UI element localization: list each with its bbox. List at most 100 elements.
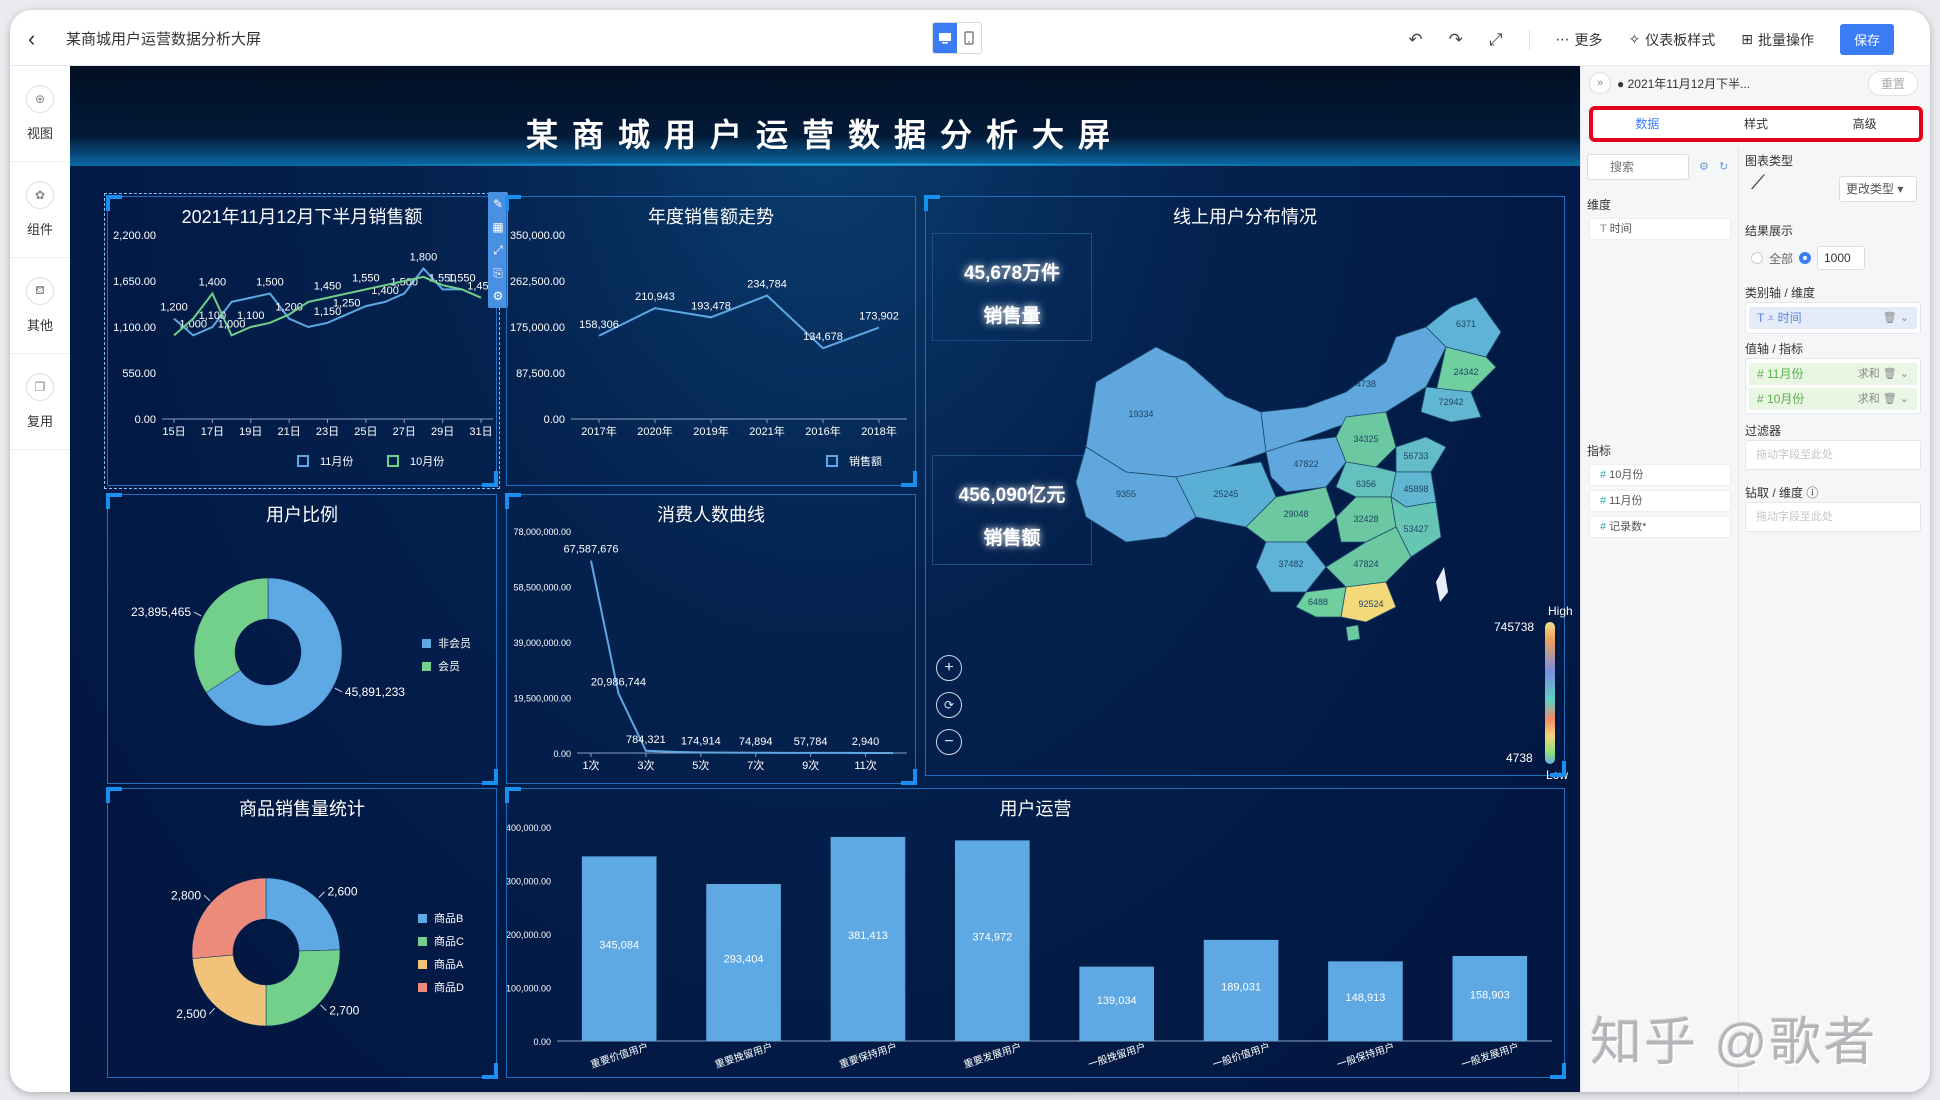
data-label: 1,500 <box>256 277 284 289</box>
x-tick-label: 重要挽留用户 <box>713 1040 774 1071</box>
dimension-section-label: 维度 <box>1587 198 1612 212</box>
search-doc-icon[interactable]: ⎘ <box>493 264 503 282</box>
metric-field[interactable]: #10月份 <box>1589 464 1731 486</box>
y-tick-label: 100,000.00 <box>507 984 551 994</box>
x-tick-label: 一般发展用户 <box>1459 1040 1520 1071</box>
rail-item-other[interactable]: ⛾ 其他 <box>10 258 70 354</box>
chart-panel-user-ratio[interactable]: 用户比例 45,891,233 23,895,465 非会员 会员 <box>106 493 498 785</box>
plug-icon: ⛾ <box>26 277 54 305</box>
data-label: 2,800 <box>171 888 201 902</box>
reset-button[interactable]: 重置 <box>1867 71 1918 96</box>
result-all-radio[interactable] <box>1751 252 1763 264</box>
chart-panel-half-month-sales[interactable]: 2021年11月12月下半月销售额 0.00 550.00 1,100.00 1,65… <box>104 193 500 489</box>
zoom-out-icon[interactable]: − <box>936 729 962 755</box>
drill-label-text: 钻取 / 维度 <box>1745 486 1804 500</box>
result-limit-input[interactable]: 1000 <box>1817 246 1865 270</box>
chart-panel-user-ops[interactable]: 用户运营 0.00 100,000.00 200,000.00 300,000.00 4… <box>505 787 1566 1079</box>
x-tick-label: 19日 <box>239 426 262 438</box>
bar-label: 158,903 <box>1470 989 1510 1001</box>
visual-map-slider[interactable] <box>1545 622 1555 764</box>
data-label: 67,587,676 <box>563 544 618 556</box>
y-tick-label: 400,000.00 <box>507 823 551 833</box>
expand-icon[interactable]: ⤢ <box>493 241 503 259</box>
chart-panel-user-map[interactable]: 线上用户分布情况 45,678万件 销售量 456,090亿元 销售额 1933… <box>924 195 1573 782</box>
filter-dropzone[interactable]: 拖动字段至此处 <box>1745 440 1921 470</box>
value-axis-zone[interactable]: # 11月份 求和 🗑 ⌄ # 10月份 求和 🗑 ⌄ <box>1745 358 1921 414</box>
category-axis-field[interactable]: T ⩡ 时间 🗑 ⌄ <box>1749 307 1917 329</box>
legend-label: 商品B <box>434 911 463 925</box>
batch-ops-button[interactable]: ⊞ 批量操作 <box>1741 30 1814 50</box>
value-axis-field[interactable]: # 10月份 求和 🗑 ⌄ <box>1749 388 1917 410</box>
line-chart-icon[interactable]: ⟋ <box>1751 172 1765 195</box>
user-ratio-chart: 45,891,233 23,895,465 非会员会员 <box>131 577 471 727</box>
field-search-input[interactable] <box>1587 154 1689 180</box>
copy-icon: ❐ <box>26 373 54 401</box>
bar-label: 139,034 <box>1097 995 1137 1007</box>
category-axis-zone[interactable]: T ⩡ 时间 🗑 ⌄ <box>1745 302 1921 334</box>
result-limit-radio[interactable] <box>1799 252 1811 264</box>
field-name: 10月份 <box>1609 469 1644 481</box>
config-header: » ● 2021年11月12月下半... 重置 <box>1581 66 1930 106</box>
dashboard-style-label: 仪表板样式 <box>1645 31 1716 48</box>
chart-panel-annual-sales[interactable]: 年度销售额走势 0.00 87,500.00 175,000.00 262,500.0… <box>505 195 917 487</box>
dashboard-title: 某商城用户运营数据分析大屏 <box>525 117 1124 153</box>
delete-icon[interactable]: 🗑 ⌄ <box>1883 307 1909 329</box>
rail-item-reuse[interactable]: ❐ 复用 <box>10 354 70 450</box>
value-axis-field[interactable]: # 11月份 求和 🗑 ⌄ <box>1749 363 1917 385</box>
desktop-mode-button[interactable] <box>933 23 957 53</box>
app-window: ‹ 某商城用户运营数据分析大屏 ↶ ↷ ⤢ ⋯ 更多 ✧ 仪表板样式 ⊞ 批量操… <box>10 10 1930 1092</box>
metric-field[interactable]: # 记录数* <box>1589 516 1731 538</box>
chart-panel-consumer-curve[interactable]: 消费人数曲线 0.00 19,500,000.00 39,000,000.00 58,… <box>505 493 917 785</box>
dashboard-style-button[interactable]: ✧ 仪表板样式 <box>1629 30 1716 50</box>
data-label: 1,200 <box>160 302 188 314</box>
chart-panel-product-sales[interactable]: 商品销售量统计 2,600 2,700 2,500 2,800 商品B 商品C 商品A 商品D <box>106 787 498 1079</box>
aggregation-dropdown[interactable]: 求和 🗑 ⌄ <box>1858 388 1909 410</box>
refresh-icon[interactable]: ↻ <box>1719 160 1728 173</box>
tab-data[interactable]: 数据 <box>1593 110 1702 138</box>
fullscreen-icon[interactable]: ⤢ <box>1489 30 1503 50</box>
china-map[interactable]: 19334 9355 25245 4738 6371 24342 72942 34325 567… <box>926 197 1566 777</box>
metric-field[interactable]: #11月份 <box>1589 490 1731 512</box>
region-value-label: 47822 <box>1293 459 1318 469</box>
y-tick-label: 0.00 <box>553 749 571 759</box>
settings-icon[interactable]: ⚙ <box>1699 160 1709 173</box>
info-icon[interactable]: ⓘ <box>1806 486 1818 500</box>
collapse-icon[interactable]: » <box>1589 72 1611 94</box>
label-leader <box>318 891 325 898</box>
reset-view-icon[interactable]: ⟳ <box>936 692 962 718</box>
x-tick-label: 15日 <box>162 426 185 438</box>
y-tick-label: 175,000.00 <box>510 322 565 334</box>
dimension-field[interactable]: T 时间 <box>1589 218 1731 240</box>
drill-dropzone[interactable]: 拖动字段至此处 <box>1745 502 1921 532</box>
x-tick-label: 重要价值用户 <box>589 1040 650 1071</box>
y-tick-label: 350,000.00 <box>510 230 565 242</box>
settings-icon[interactable]: ⚙ <box>493 287 504 305</box>
tab-style[interactable]: 样式 <box>1702 110 1811 138</box>
edit-icon[interactable]: ✎ <box>493 195 503 213</box>
metric-section-label: 指标 <box>1587 444 1612 458</box>
consumer-curve-chart: 0.00 19,500,000.00 39,000,000.00 58,500,000… <box>513 527 907 772</box>
save-button[interactable]: 保存 <box>1839 24 1894 55</box>
x-tick-label: 29日 <box>431 426 454 438</box>
visual-map-low-label: Low <box>1546 768 1569 782</box>
y-tick-label: 1,650.00 <box>113 276 156 288</box>
change-type-dropdown[interactable]: 更改类型 ▾ <box>1839 176 1917 202</box>
data-label: 193,478 <box>691 300 731 312</box>
caret-down-icon: ▾ <box>1897 182 1904 196</box>
mobile-mode-button[interactable] <box>957 23 981 53</box>
pie-slice <box>193 577 269 693</box>
more-button[interactable]: ⋯ 更多 <box>1556 30 1603 50</box>
back-icon[interactable]: ‹ <box>28 26 35 52</box>
zoom-in-icon[interactable]: + <box>936 655 962 681</box>
category-axis-label: 类别轴 / 维度 <box>1745 286 1816 300</box>
rail-item-component[interactable]: ✿ 组件 <box>10 162 70 258</box>
aggregation-dropdown[interactable]: 求和 🗑 ⌄ <box>1858 363 1909 385</box>
tab-advanced[interactable]: 高级 <box>1810 110 1919 138</box>
redo-icon[interactable]: ↷ <box>1449 30 1463 50</box>
y-tick-label: 19,500,000.00 <box>513 694 571 704</box>
rail-item-view[interactable]: ⊕ 视图 <box>10 66 70 162</box>
pie-slice <box>191 877 267 959</box>
undo-icon[interactable]: ↶ <box>1408 30 1422 50</box>
legend-swatch <box>422 639 431 648</box>
table-icon[interactable]: ▦ <box>492 218 503 236</box>
